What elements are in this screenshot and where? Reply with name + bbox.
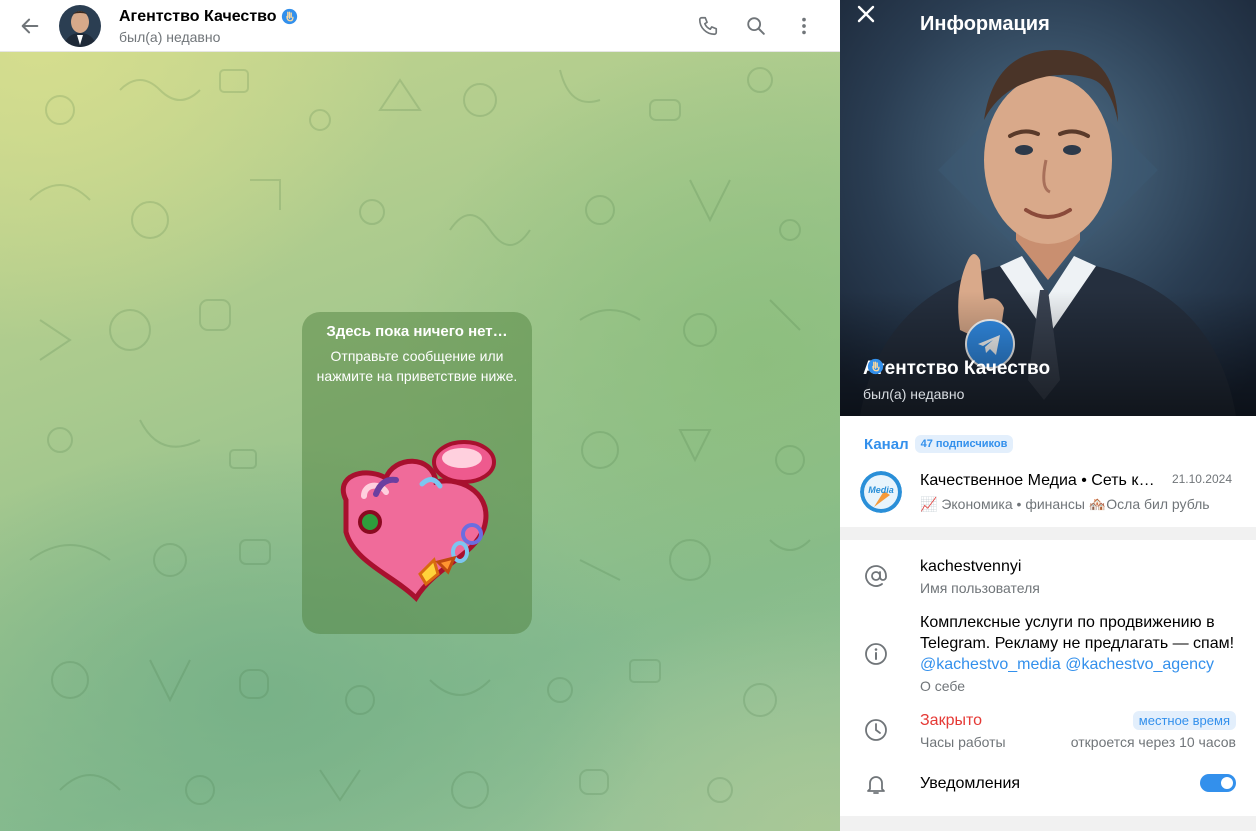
at-sign-icon (865, 565, 887, 587)
channel-title: Качественное Медиа • Сеть каналов (920, 472, 1156, 489)
bio-links: @kachestvo_media @kachestvo_agency (920, 654, 1234, 675)
back-button[interactable] (10, 6, 50, 46)
more-vertical-icon (802, 17, 806, 34)
bio-link-agency[interactable]: @kachestvo_agency (1065, 656, 1214, 673)
profile-photo[interactable]: Информация Агентство Качество был(а) нед… (840, 0, 1256, 416)
arrow-left-icon (21, 18, 39, 33)
chat-title: Агентство Качество (119, 7, 688, 27)
channel-label: Канал (864, 435, 909, 453)
info-panel: Информация Агентство Качество был(а) нед… (840, 0, 1256, 831)
bio-link-media[interactable]: @kachestvo_media (920, 656, 1061, 673)
chat-area: Агентство Качество был(а) недавно Здесь … (0, 0, 840, 831)
verified-badge-icon (867, 358, 884, 375)
channel-header: Канал 47 подписчиков (864, 435, 1014, 453)
bio-row[interactable]: Комплексные услуги по продвижению в Tele… (840, 606, 1256, 700)
username-label: Имя пользователя (920, 580, 1040, 596)
toggle-knob (1219, 775, 1235, 791)
more-menu-button[interactable] (784, 6, 824, 46)
channel-logo-text: Media (868, 485, 894, 495)
business-hours-row[interactable]: Закрыто местное время Часы работы открое… (840, 706, 1256, 758)
notifications-row[interactable]: Уведомления (840, 764, 1256, 804)
chat-header: Агентство Качество был(а) недавно (0, 0, 840, 52)
header-actions (688, 6, 824, 46)
search-button[interactable] (736, 6, 776, 46)
channel-last-message: 📈 Экономика • финансы 🏘️Осла бил рубль (920, 496, 1210, 512)
clock-icon (865, 719, 887, 741)
close-button[interactable] (856, 4, 896, 44)
hours-label: Часы работы (920, 734, 1006, 750)
personal-channel-section: Канал 47 подписчиков Media Качественное … (840, 416, 1256, 527)
bell-icon (867, 776, 885, 794)
panel-title: Информация (920, 13, 1050, 35)
profile-details: kachestvennyi Имя пользователя Комплексн… (840, 540, 1256, 816)
profile-name: Агентство Качество (863, 358, 1050, 380)
username-value: kachestvennyi (920, 558, 1022, 575)
local-time-badge[interactable]: местное время (1132, 711, 1236, 730)
chat-title-block[interactable]: Агентство Качество был(а) недавно (119, 7, 688, 45)
profile-portrait-image (840, 0, 1256, 416)
channel-avatar: Media (860, 471, 902, 513)
phone-icon (698, 16, 718, 35)
verified-badge-icon (281, 8, 297, 25)
call-button[interactable] (688, 6, 728, 46)
channel-list-item[interactable]: Media Качественное Медиа • Сеть каналов … (840, 460, 1256, 520)
hours-opens-text: откроется через 10 часов (1070, 734, 1236, 750)
empty-chat-title: Здесь пока ничего нет… (326, 323, 508, 340)
heart-sticker-icon (340, 440, 496, 602)
chat-title-text: Агентство Качество (119, 7, 277, 25)
bio-text: Комплексные услуги по продвижению в Tele… (920, 612, 1234, 675)
greeting-sticker[interactable] (324, 436, 510, 608)
empty-chat-placeholder: Здесь пока ничего нет… Отправьте сообщен… (302, 312, 532, 634)
profile-name-text: Агентство Качество (863, 358, 1051, 379)
username-row[interactable]: kachestvennyi Имя пользователя (840, 540, 1256, 602)
close-icon (857, 5, 875, 23)
search-icon (747, 16, 765, 35)
avatar[interactable] (59, 4, 101, 47)
channel-date: 21.10.2024 (1171, 472, 1232, 486)
bio-line-2: Telegram. Рекламу не предлагать — спам! (920, 635, 1235, 652)
info-icon (865, 643, 887, 665)
hours-status: Закрыто (920, 712, 983, 729)
channel-logo-icon: Media (860, 471, 902, 513)
notifications-toggle[interactable] (1200, 774, 1236, 792)
subscribers-badge: 47 подписчиков (914, 435, 1014, 453)
bio-line-1: Комплексные услуги по продвижению в (920, 614, 1215, 631)
bio-label: О себе (920, 678, 966, 694)
avatar-image (59, 4, 101, 47)
notifications-label: Уведомления (920, 775, 1021, 792)
profile-status: был(а) недавно (863, 386, 965, 402)
empty-chat-text: Отправьте сообщение или нажмите на приве… (316, 348, 518, 384)
chat-status: был(а) недавно (119, 28, 221, 45)
